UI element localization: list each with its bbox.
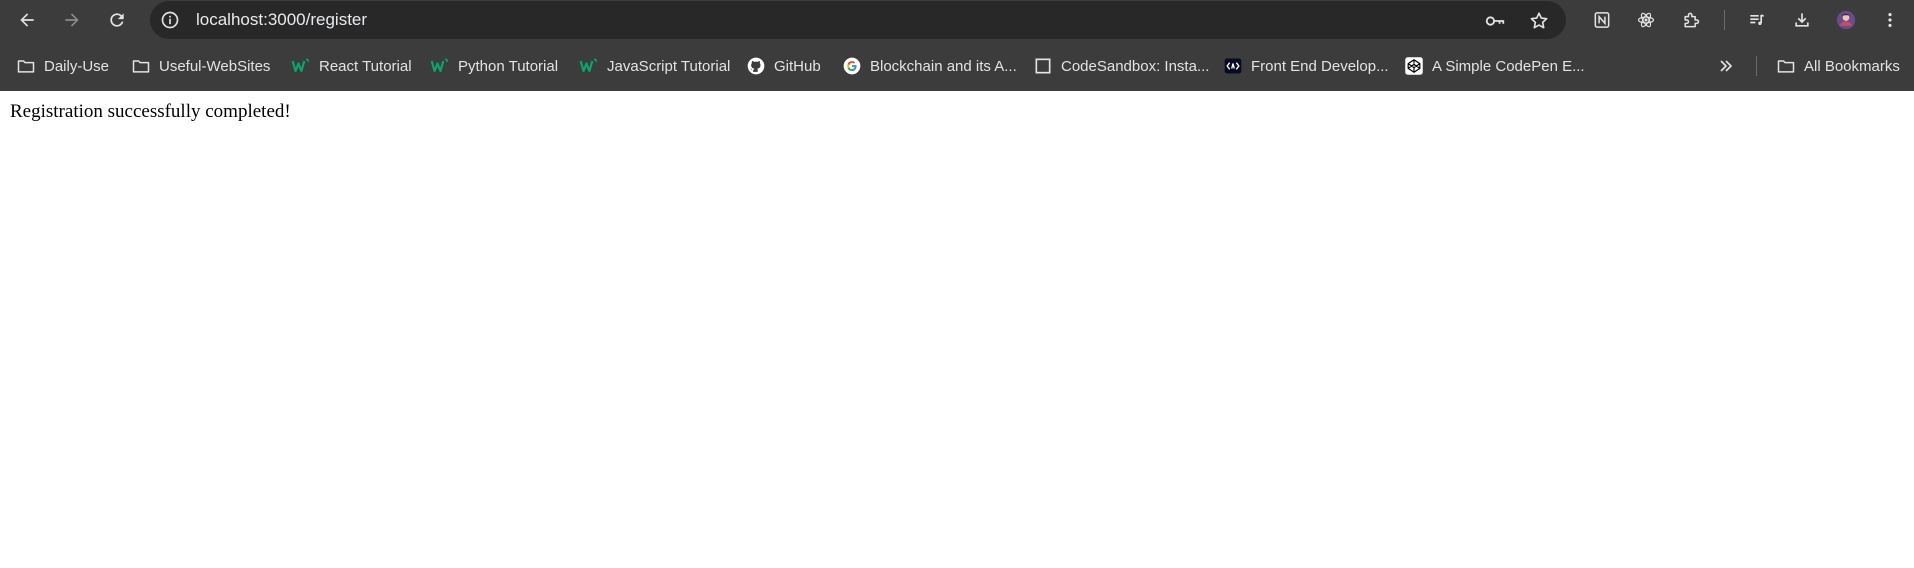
bookmark-label: Front End Develop... [1251, 57, 1389, 75]
forward-button[interactable] [56, 4, 88, 36]
bookmark-label: CodeSandbox: Insta... [1061, 57, 1210, 75]
bookmark-label: React Tutorial [319, 57, 412, 75]
bookmark-label: Blockchain and its A... [870, 57, 1017, 75]
bookmark-label: JavaScript Tutorial [607, 57, 731, 75]
bookmark-frontend[interactable]: Front End Develop... [1223, 51, 1389, 81]
bookmark-label: Useful-WebSites [159, 57, 271, 75]
kebab-menu-icon [1888, 13, 1892, 27]
reading-list-button[interactable] [1741, 4, 1773, 36]
notion-icon [1594, 12, 1610, 28]
all-bookmarks-label: All Bookmarks [1804, 57, 1900, 75]
w3schools-icon [291, 56, 311, 76]
key-icon[interactable] [1484, 10, 1506, 32]
downloads-button[interactable] [1786, 4, 1818, 36]
toolbar-divider [1724, 10, 1725, 30]
notion-extension[interactable] [1586, 4, 1618, 36]
browser-toolbar: localhost:3000/register [0, 0, 1914, 41]
bookmark-blockchain[interactable]: Blockchain and its A... [842, 51, 1017, 81]
folder-icon [1776, 56, 1796, 76]
frontend-icon [1223, 56, 1243, 76]
forward-icon [65, 13, 79, 27]
google-icon [842, 56, 862, 76]
url-text[interactable]: localhost:3000/register [196, 1, 367, 39]
bookmarks-divider [1756, 56, 1757, 76]
extensions-button[interactable] [1675, 4, 1707, 36]
success-message: Registration successfully completed! [10, 101, 291, 122]
bookmark-label: GitHub [774, 57, 821, 75]
all-bookmarks-button[interactable]: All Bookmarks [1776, 51, 1900, 81]
reading-list-icon [1750, 14, 1765, 25]
bookmark-javascript-tutorial[interactable]: JavaScript Tutorial [579, 51, 730, 81]
folder-icon [131, 56, 151, 76]
bookmark-label: Python Tutorial [458, 57, 559, 75]
bookmark-github[interactable]: GitHub [746, 51, 821, 81]
folder-icon [16, 56, 36, 76]
download-icon [1795, 13, 1809, 27]
bookmark-codesandbox[interactable]: CodeSandbox: Insta... [1033, 51, 1209, 81]
page-content: Registration successfully completed! [0, 91, 1914, 568]
codesandbox-icon [1033, 56, 1053, 76]
bookmarks-overflow-button[interactable] [1716, 51, 1736, 81]
bookmark-daily-use[interactable]: Daily-Use [16, 51, 109, 81]
github-icon [746, 56, 766, 76]
bookmark-useful-websites[interactable]: Useful-WebSites [131, 51, 270, 81]
bookmark-label: Daily-Use [44, 57, 110, 75]
profile-avatar [1836, 10, 1856, 30]
codepen-icon [1404, 56, 1424, 76]
extensions-icon [1684, 12, 1700, 28]
address-bar[interactable]: localhost:3000/register [150, 1, 1566, 39]
back-button[interactable] [11, 4, 43, 36]
double-chevron-right-icon [1716, 56, 1736, 76]
bookmark-react-tutorial[interactable]: React Tutorial [291, 51, 412, 81]
react-devtools-icon [1637, 12, 1655, 28]
back-icon [20, 13, 34, 27]
bookmark-python-tutorial[interactable]: Python Tutorial [430, 51, 558, 81]
reload-icon [110, 13, 124, 27]
bookmarks-bar: Daily-Use Useful-WebSites React Tutorial… [0, 41, 1914, 91]
react-devtools-extension[interactable] [1630, 4, 1662, 36]
menu-button[interactable] [1874, 4, 1906, 36]
w3schools-icon [430, 56, 450, 76]
star-icon[interactable] [1528, 10, 1550, 32]
bookmark-codepen[interactable]: A Simple CodePen E... [1404, 51, 1585, 81]
site-info-icon[interactable] [160, 10, 180, 30]
bookmark-label: A Simple CodePen E... [1432, 57, 1585, 75]
reload-button[interactable] [101, 4, 133, 36]
w3schools-icon [579, 56, 599, 76]
profile-button[interactable] [1830, 4, 1862, 36]
